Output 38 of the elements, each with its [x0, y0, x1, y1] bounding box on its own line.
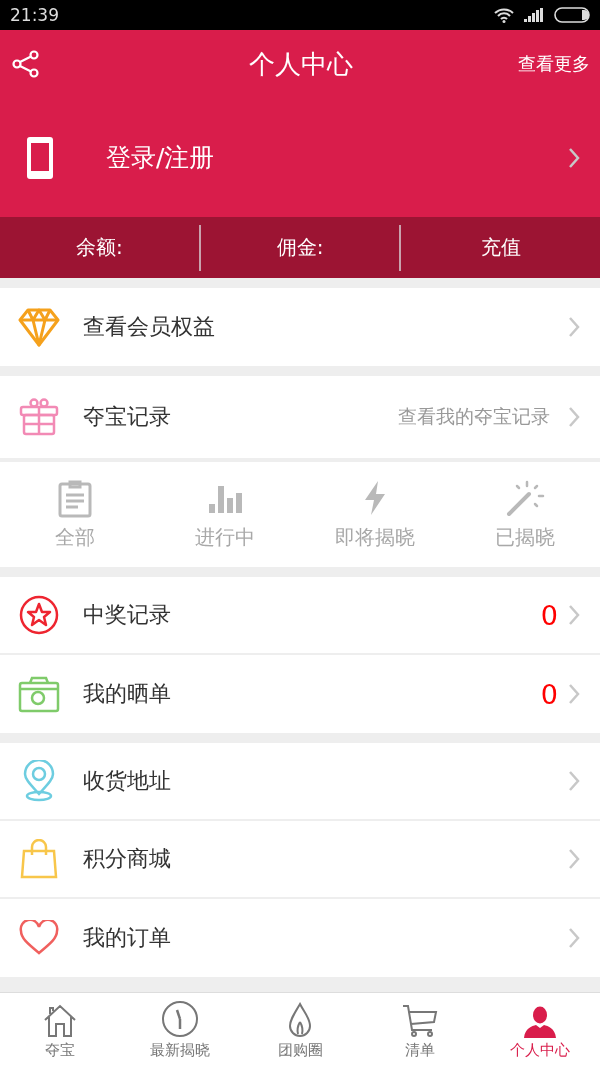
flame-icon	[288, 1002, 312, 1038]
chevron-icon	[568, 927, 580, 949]
page-title: 个人中心	[249, 47, 353, 81]
signal-icon	[524, 8, 544, 22]
shopping-bag-icon	[20, 839, 58, 879]
clock-time: 21:39	[10, 5, 59, 25]
diamond-icon	[18, 307, 60, 347]
home-icon	[43, 1004, 77, 1038]
tab[interactable]: 清单	[360, 993, 480, 1067]
clipboard-icon	[58, 478, 92, 518]
gift-icon	[19, 397, 59, 437]
magic-wand-icon	[505, 478, 545, 518]
shopping-cart-icon	[402, 1004, 438, 1038]
view-more-link[interactable]: 查看更多	[518, 52, 590, 76]
chevron-icon	[568, 146, 580, 169]
tab[interactable]: 夺宝	[0, 993, 120, 1067]
chevron-icon	[568, 406, 580, 428]
login-register-row[interactable]: 登录/注册	[0, 98, 600, 217]
chevron-icon	[568, 848, 580, 870]
lightning-icon	[363, 480, 387, 516]
battery-icon	[554, 7, 592, 23]
tab[interactable]: 最新揭晓	[120, 993, 240, 1067]
clock-icon	[161, 1000, 199, 1038]
person-icon	[523, 1006, 557, 1038]
camera-icon	[18, 675, 60, 713]
balance-item[interactable]: 佣金:	[200, 233, 400, 262]
wifi-icon	[494, 7, 514, 23]
tab[interactable]: 团购圈	[240, 993, 360, 1067]
heart-icon	[19, 920, 59, 956]
share-button[interactable]	[12, 50, 40, 78]
chevron-icon	[568, 683, 580, 705]
tab[interactable]: 个人中心	[480, 993, 600, 1067]
chevron-icon	[568, 604, 580, 626]
recharge-button[interactable]: 充值	[401, 233, 600, 262]
chevron-icon	[568, 316, 580, 338]
chevron-icon	[568, 770, 580, 792]
balance-item[interactable]: 余额:	[0, 233, 199, 262]
phone-icon	[26, 135, 54, 180]
